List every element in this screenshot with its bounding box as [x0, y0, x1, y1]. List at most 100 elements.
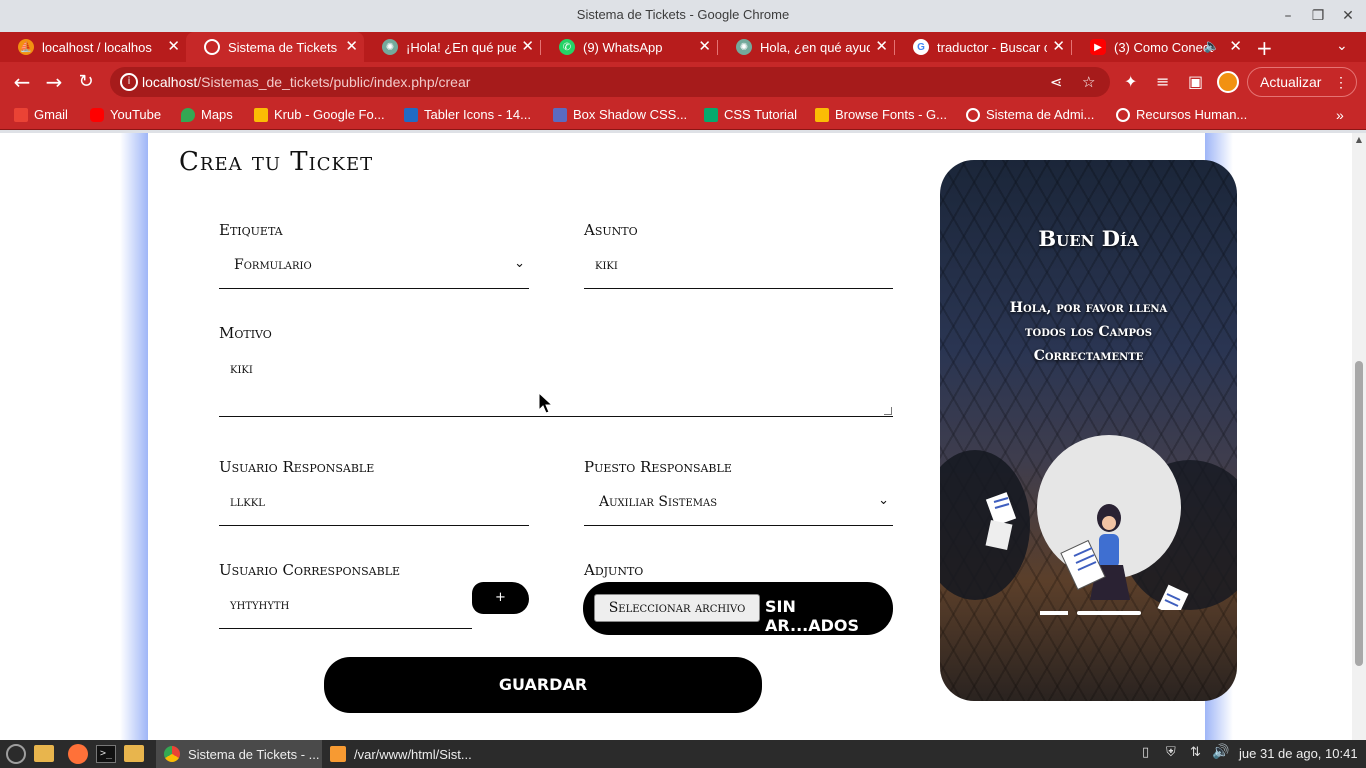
- tab-phpmyadmin[interactable]: ⛵ localhost / localhost ✕: [0, 32, 186, 62]
- bookmark-youtube[interactable]: YouTube: [90, 107, 161, 122]
- bookmark-maps[interactable]: Maps: [181, 107, 233, 122]
- folder-icon[interactable]: [34, 745, 54, 762]
- forward-icon[interactable]: →: [42, 70, 66, 94]
- left-glow: [120, 133, 148, 740]
- browser-toolbar: ← → ↻ i localhost/Sistemas_de_tickets/pu…: [0, 62, 1366, 102]
- close-icon[interactable]: ✕: [875, 39, 888, 54]
- shield-icon[interactable]: ⛨: [1166, 745, 1176, 760]
- window-title: Sistema de Tickets - Google Chrome: [576, 7, 790, 22]
- chrome-icon: [164, 746, 180, 762]
- page-scrollbar[interactable]: ▲: [1352, 133, 1366, 740]
- minimize-icon[interactable]: –: [1278, 6, 1298, 26]
- motivo-textarea[interactable]: kiki: [219, 351, 893, 417]
- bookmark-gmail[interactable]: Gmail: [14, 107, 68, 122]
- close-icon[interactable]: ✕: [345, 39, 358, 54]
- address-bar[interactable]: i localhost/Sistemas_de_tickets/public/i…: [110, 67, 1110, 97]
- close-icon[interactable]: ✕: [1229, 39, 1242, 54]
- save-button[interactable]: GUARDAR: [324, 657, 762, 713]
- os-taskbar: >_ Sistema de Tickets - ... /var/www/htm…: [0, 740, 1366, 768]
- sublime-text-icon: [330, 746, 346, 762]
- usuario-corresponsable-input[interactable]: yhtyhyth: [219, 588, 472, 629]
- bookmarks-overflow-icon[interactable]: »: [1336, 107, 1344, 123]
- tab-sistema-de-tickets[interactable]: Sistema de Tickets ✕: [186, 32, 364, 62]
- maps-pin-icon: [181, 107, 195, 122]
- bookmark-css-tutorial[interactable]: CSS Tutorial: [704, 107, 797, 122]
- network-icon[interactable]: ⇅: [1190, 745, 1201, 760]
- tab-label: (9) WhatsApp: [583, 39, 663, 55]
- chevron-down-icon: ⌄: [878, 493, 889, 508]
- taskbar-editor-window[interactable]: /var/www/html/Sist...: [322, 740, 492, 768]
- puesto-responsable-select[interactable]: Auxiliar Sistemas ⌄: [584, 485, 893, 526]
- maximize-icon[interactable]: ❐: [1308, 6, 1328, 26]
- etiqueta-label: Etiqueta: [219, 221, 283, 239]
- chatgpt-icon: ✺: [736, 39, 752, 55]
- page-viewport: Crea tu Ticket Etiqueta Formulario ⌄ Asu…: [0, 133, 1366, 740]
- bookmark-krub-font[interactable]: Krub - Google Fo...: [254, 107, 385, 122]
- files-icon[interactable]: [124, 745, 144, 762]
- usuario-responsable-input[interactable]: llkkl: [219, 485, 529, 526]
- add-corresponsable-button[interactable]: +: [472, 582, 529, 614]
- bookmark-box-shadow[interactable]: Box Shadow CSS...: [553, 107, 687, 122]
- adjunto-label: Adjunto: [584, 561, 644, 579]
- ticket-card: Crea tu Ticket Etiqueta Formulario ⌄ Asu…: [148, 133, 1237, 740]
- puesto-responsable-value: Auxiliar Sistemas: [599, 494, 718, 510]
- select-file-button[interactable]: Seleccionar archivo: [594, 594, 760, 622]
- asunto-label: Asunto: [584, 221, 638, 239]
- close-icon[interactable]: ✕: [167, 39, 180, 54]
- menu-kebab-icon[interactable]: ⋮: [1334, 68, 1348, 96]
- info-icon[interactable]: i: [120, 73, 138, 91]
- reading-list-icon[interactable]: ≡: [1156, 72, 1169, 91]
- clock[interactable]: jue 31 de ago, 10:41: [1239, 746, 1358, 761]
- youtube-icon: [90, 107, 104, 122]
- tab-label: Hola, ¿en qué ayudo: [760, 39, 870, 55]
- motivo-value: kiki: [230, 361, 253, 377]
- tab-search-chevron-icon[interactable]: ⌄: [1336, 38, 1348, 54]
- scroll-up-icon[interactable]: ▲: [1354, 135, 1364, 144]
- bookmark-sistema-admin[interactable]: Sistema de Admi...: [966, 107, 1094, 122]
- carousel-dot[interactable]: [1077, 611, 1141, 615]
- speaker-icon[interactable]: 🔈: [1204, 38, 1220, 54]
- tab-chatgpt-1[interactable]: ✺ ¡Hola! ¿En qué puedo ✕: [364, 32, 540, 62]
- url-text[interactable]: localhost/Sistemas_de_tickets/public/ind…: [142, 74, 470, 90]
- page-title: Crea tu Ticket: [179, 147, 374, 177]
- asunto-input[interactable]: kiki: [584, 247, 893, 289]
- bookmark-recursos-humanos[interactable]: Recursos Human...: [1116, 107, 1247, 122]
- side-panel-icon[interactable]: ▣: [1188, 72, 1203, 91]
- file-status: SIN AR...ADOS: [765, 597, 860, 635]
- taskbar-chrome-window[interactable]: Sistema de Tickets - ...: [156, 740, 322, 768]
- volume-icon[interactable]: 🔊: [1212, 744, 1229, 760]
- share-icon[interactable]: ⋖: [1050, 73, 1063, 91]
- taskbar-chrome-label: Sistema de Tickets - ...: [188, 746, 320, 762]
- new-tab-icon[interactable]: +: [1256, 36, 1273, 60]
- tab-label: traductor - Buscar con: [937, 39, 1047, 55]
- scrollbar-thumb[interactable]: [1355, 361, 1363, 666]
- window-titlebar: Sistema de Tickets - Google Chrome – ❐ ✕: [0, 0, 1366, 32]
- file-input[interactable]: Seleccionar archivo SIN AR...ADOS: [583, 582, 893, 635]
- close-window-icon[interactable]: ✕: [1338, 6, 1358, 26]
- tabler-icon: [404, 107, 418, 122]
- box-shadow-icon: [553, 107, 567, 122]
- mint-menu-icon[interactable]: [6, 744, 26, 764]
- resize-handle-icon[interactable]: [884, 407, 892, 415]
- close-icon[interactable]: ✕: [698, 39, 711, 54]
- firefox-icon[interactable]: [68, 744, 88, 764]
- clipboard-icon[interactable]: ▯: [1142, 745, 1149, 760]
- close-icon[interactable]: ✕: [1052, 39, 1065, 54]
- tab-google-search[interactable]: G traductor - Buscar con ✕: [895, 32, 1071, 62]
- reload-icon[interactable]: ↻: [74, 70, 98, 94]
- tab-youtube[interactable]: ▶ (3) Como Conectar 🔈 ✕: [1072, 32, 1248, 62]
- update-button[interactable]: Actualizar ⋮: [1247, 67, 1357, 97]
- bookmark-browse-fonts[interactable]: Browse Fonts - G...: [815, 107, 947, 122]
- tab-chatgpt-2[interactable]: ✺ Hola, ¿en qué ayudo ✕: [718, 32, 894, 62]
- back-icon[interactable]: ←: [10, 70, 34, 94]
- motivo-label: Motivo: [219, 324, 272, 342]
- terminal-icon[interactable]: >_: [96, 745, 116, 763]
- tab-whatsapp[interactable]: ✆ (9) WhatsApp ✕: [541, 32, 717, 62]
- close-icon[interactable]: ✕: [521, 39, 534, 54]
- extensions-icon[interactable]: ✦: [1124, 72, 1137, 91]
- bookmark-star-icon[interactable]: ☆: [1082, 73, 1095, 91]
- bookmark-tabler-icons[interactable]: Tabler Icons - 14...: [404, 107, 531, 122]
- profile-avatar[interactable]: [1217, 71, 1239, 93]
- carousel-dot-active[interactable]: [1040, 611, 1068, 615]
- etiqueta-select[interactable]: Formulario ⌄: [219, 247, 529, 289]
